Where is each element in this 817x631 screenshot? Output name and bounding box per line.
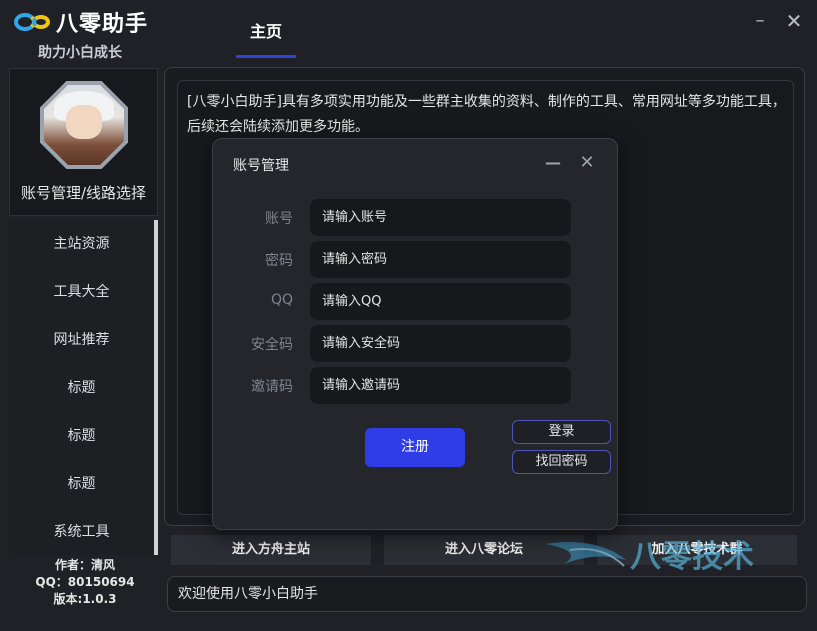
join-tech-group-button[interactable]: 加入八零技术群 [597, 535, 797, 565]
tab-active-indicator [236, 55, 296, 58]
security-code-input[interactable] [310, 325, 571, 362]
sidebar-item-title-2[interactable]: 标题 [9, 414, 154, 458]
sidebar-item-title-1[interactable]: 标题 [9, 366, 154, 410]
status-text: 欢迎使用八零小白助手 [178, 586, 318, 602]
invite-code-input[interactable] [310, 367, 571, 404]
account-input[interactable] [310, 199, 571, 236]
logo-icon [14, 11, 54, 33]
account-route-label: 账号管理/线路选择 [20, 184, 147, 202]
register-button[interactable]: 注册 [365, 428, 465, 467]
password-label: 密码 [265, 253, 293, 269]
sidebar-item-tools[interactable]: 工具大全 [9, 270, 154, 314]
app-title: 八零助手 [56, 12, 149, 37]
dialog-minimize-icon[interactable]: — [545, 153, 561, 173]
password-input[interactable] [310, 241, 571, 278]
invite-code-label: 邀请码 [251, 379, 293, 395]
version-text: 版本:1.0.3 [53, 592, 117, 606]
qq-label: QQ [270, 292, 293, 308]
qq-input[interactable] [310, 283, 571, 320]
enter-ark-site-button[interactable]: 进入方舟主站 [171, 535, 371, 565]
tab-home[interactable]: 主页 [236, 18, 296, 58]
account-panel[interactable]: 账号管理/线路选择 [9, 68, 158, 216]
app-logo: 八零助手 [14, 6, 148, 38]
tab-home-label: 主页 [249, 22, 282, 41]
avatar [40, 81, 128, 169]
app-slogan: 助力小白成长 [38, 45, 122, 61]
security-code-label: 安全码 [251, 337, 293, 353]
sidebar-item-websites[interactable]: 网址推荐 [9, 318, 154, 362]
minimize-icon[interactable]: – [749, 10, 771, 32]
dialog-title: 账号管理 [233, 158, 289, 174]
intro-text: [八零小白助手]具有多项实用功能及一些群主收集的资料、制作的工具、常用网址等多功… [187, 94, 786, 135]
sidebar-nav: 主站资源 工具大全 网址推荐 标题 标题 标题 系统工具 [9, 220, 158, 555]
account-label: 账号 [265, 211, 293, 227]
dialog-close-icon[interactable]: ✕ [579, 153, 595, 173]
sidebar-scrollbar[interactable] [154, 220, 158, 555]
author-text: 作者：清风 [54, 558, 115, 572]
account-dialog: 账号管理 — ✕ 账号 密码 QQ 安全码 邀请码 注册 登录 找回密码 [212, 138, 618, 530]
recover-password-button[interactable]: 找回密码 [512, 450, 611, 474]
author-info: 作者：清风 QQ：80150694 版本:1.0.3 [9, 557, 161, 613]
sidebar-item-title-3[interactable]: 标题 [9, 462, 154, 506]
qq-text: QQ：80150694 [35, 575, 135, 589]
close-icon[interactable]: ✕ [783, 10, 805, 32]
sidebar-item-system-tools[interactable]: 系统工具 [9, 510, 154, 554]
enter-forum-button[interactable]: 进入八零论坛 [384, 535, 584, 565]
status-bar: 欢迎使用八零小白助手 [167, 576, 807, 612]
login-button[interactable]: 登录 [512, 420, 611, 444]
sidebar-item-main-resources[interactable]: 主站资源 [9, 222, 154, 266]
